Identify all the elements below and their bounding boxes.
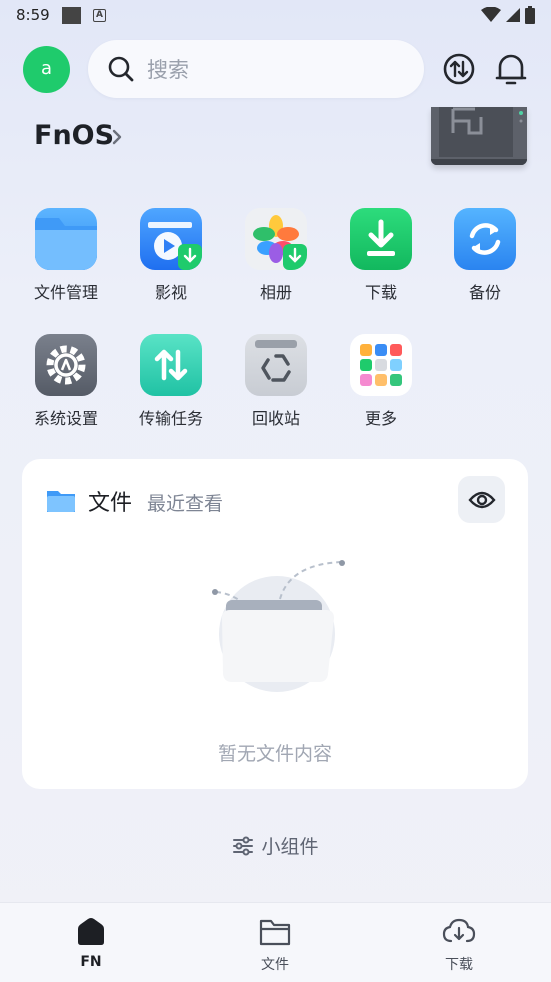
nav-item-files[interactable]: 文件 bbox=[230, 917, 320, 974]
app-label: 系统设置 bbox=[33, 409, 98, 428]
status-time: 8:59 bbox=[16, 6, 50, 24]
wifi-icon bbox=[481, 7, 501, 22]
app-settings[interactable]: 系统设置 bbox=[14, 334, 118, 429]
recycle-bin-icon bbox=[245, 334, 307, 396]
card-title: 文件 bbox=[88, 491, 133, 516]
bell-icon[interactable] bbox=[494, 50, 528, 88]
app-label: 传输任务 bbox=[138, 409, 203, 428]
visibility-toggle-button[interactable] bbox=[458, 476, 505, 523]
nav-item-fn[interactable]: FN bbox=[46, 917, 136, 970]
app-label: 备份 bbox=[468, 283, 501, 302]
battery-icon bbox=[525, 6, 535, 24]
app-label: 下载 bbox=[364, 283, 397, 302]
app-more[interactable]: 更多 bbox=[329, 334, 433, 429]
search-icon bbox=[108, 56, 134, 82]
app-label: 更多 bbox=[364, 409, 397, 428]
sliders-icon bbox=[233, 836, 254, 855]
photos-icon bbox=[245, 208, 307, 270]
app-photos[interactable]: 相册 bbox=[224, 208, 328, 303]
search-bar[interactable]: 搜索 bbox=[88, 40, 424, 98]
home-icon bbox=[78, 918, 104, 945]
app-file-manager[interactable]: 文件管理 bbox=[14, 208, 118, 303]
more-apps-icon bbox=[350, 334, 412, 396]
transfer-tasks-icon bbox=[140, 334, 202, 396]
folder-icon bbox=[47, 491, 75, 512]
video-icon bbox=[140, 208, 202, 270]
signal-icon bbox=[506, 8, 520, 22]
backup-icon bbox=[454, 208, 516, 270]
app-backup[interactable]: 备份 bbox=[433, 208, 537, 303]
widgets-label: 小组件 bbox=[261, 836, 319, 858]
app-transfer-tasks[interactable]: 传输任务 bbox=[119, 334, 223, 429]
empty-folder-illustration bbox=[212, 560, 345, 692]
chevron-right-icon[interactable] bbox=[111, 128, 123, 146]
app-download[interactable]: 下载 bbox=[329, 208, 433, 303]
app-video[interactable]: 影视 bbox=[119, 208, 223, 303]
app-label: 回收站 bbox=[251, 409, 300, 428]
avatar[interactable]: a bbox=[23, 46, 70, 93]
status-bar: 8:59 A bbox=[0, 0, 551, 32]
card-subtitle: 最近查看 bbox=[147, 493, 224, 515]
eye-icon bbox=[467, 491, 496, 508]
notification-a-icon: A bbox=[93, 9, 106, 22]
nav-label: 下载 bbox=[445, 957, 473, 973]
folder-outline-icon bbox=[259, 919, 291, 946]
empty-state-text: 暂无文件内容 bbox=[217, 743, 332, 765]
nav-label: FN bbox=[80, 954, 102, 970]
nas-device-image bbox=[431, 107, 527, 165]
search-placeholder: 搜索 bbox=[147, 58, 189, 82]
transfer-icon[interactable] bbox=[442, 50, 476, 88]
bottom-nav: FN 文件 下载 bbox=[0, 902, 551, 982]
nav-item-download[interactable]: 下载 bbox=[414, 917, 504, 974]
notification-square-icon bbox=[62, 7, 81, 24]
download-icon bbox=[350, 208, 412, 270]
app-recycle-bin[interactable]: 回收站 bbox=[224, 334, 328, 429]
recent-files-card: 文件 最近查看 暂无文件内容 bbox=[22, 459, 528, 789]
app-label: 文件管理 bbox=[33, 283, 98, 302]
widgets-button[interactable]: 小组件 bbox=[0, 832, 551, 859]
folder-icon bbox=[35, 208, 97, 270]
settings-icon bbox=[35, 334, 97, 396]
app-label: 相册 bbox=[259, 283, 292, 302]
nav-label: 文件 bbox=[261, 957, 289, 973]
app-label: 影视 bbox=[154, 283, 187, 302]
cloud-download-icon bbox=[442, 918, 476, 943]
device-name[interactable]: FnOS bbox=[34, 120, 114, 151]
